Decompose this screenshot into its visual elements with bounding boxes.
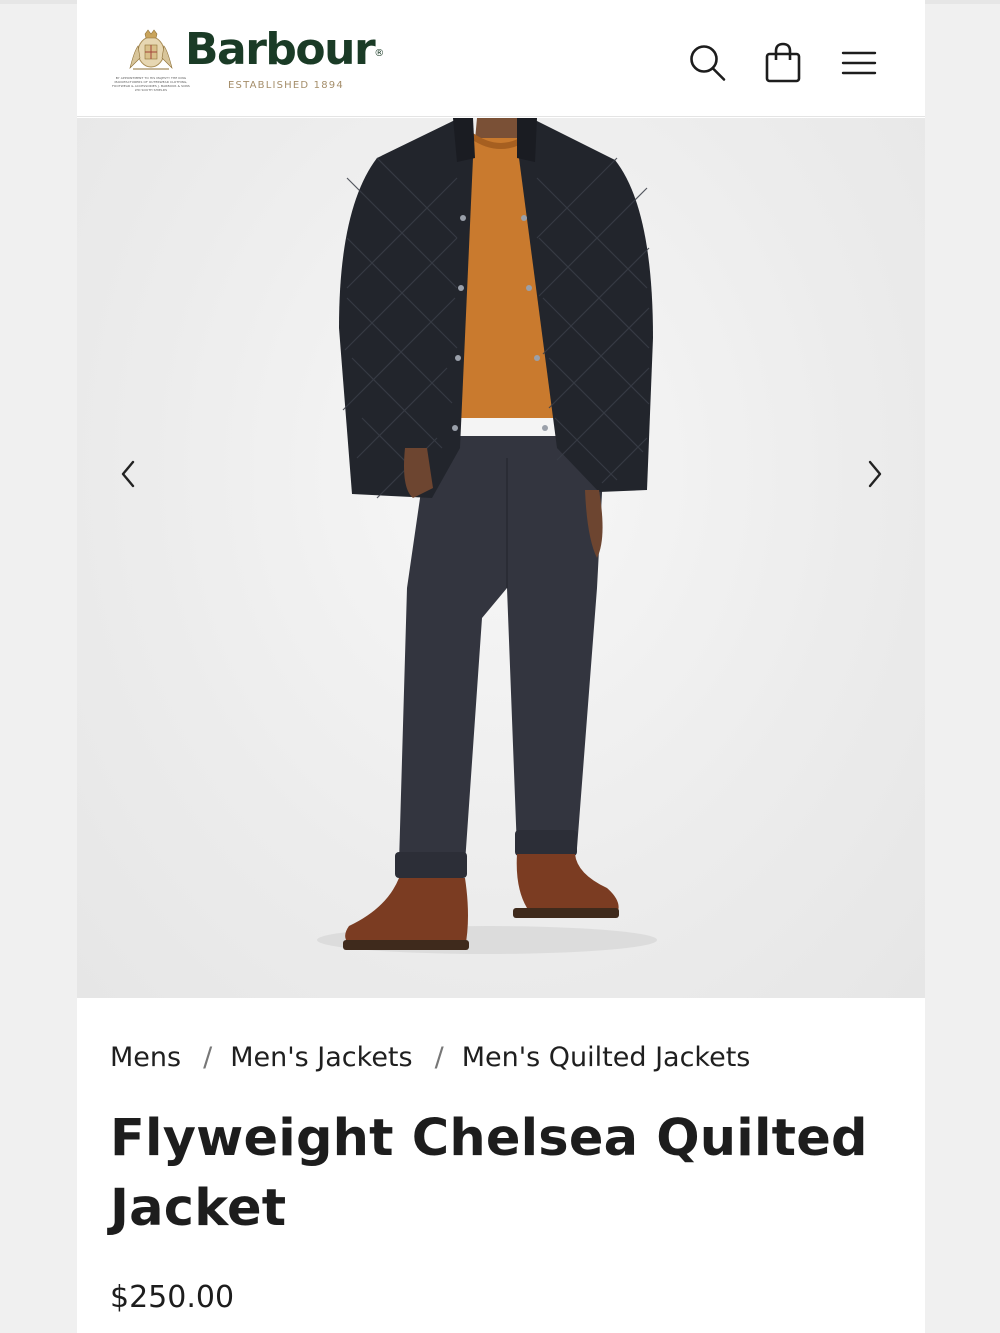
search-icon [690, 45, 726, 81]
chevron-left-icon [121, 460, 135, 488]
shopping-bag-icon [765, 42, 801, 83]
hamburger-menu-icon [841, 51, 877, 75]
royal-crest-icon [129, 29, 173, 70]
menu-button[interactable] [836, 40, 882, 86]
product-photo [317, 118, 657, 954]
previous-image-button[interactable] [108, 454, 148, 494]
brand-logo[interactable]: Barbour® [185, 24, 384, 75]
brand-name: Barbour [185, 24, 376, 75]
breadcrumb: Mens / Men's Jackets / Men's Quilted Jac… [110, 1042, 750, 1073]
warrant-text: BY APPOINTMENT TO HIS MAJESTY THE KING M… [112, 76, 190, 92]
royal-warrant: BY APPOINTMENT TO HIS MAJESTY THE KING M… [111, 28, 191, 100]
product-image-gallery[interactable] [77, 118, 925, 998]
breadcrumb-link-mens-quilted-jackets[interactable]: Men's Quilted Jackets [462, 1042, 751, 1073]
breadcrumb-separator: / [203, 1042, 213, 1073]
breadcrumb-link-mens[interactable]: Mens [110, 1042, 181, 1073]
breadcrumb-separator: / [434, 1042, 444, 1073]
shopping-bag-button[interactable] [760, 40, 806, 86]
next-image-button[interactable] [855, 454, 895, 494]
product-price: $250.00 [110, 1280, 235, 1315]
established-tagline: ESTABLISHED 1894 [228, 80, 344, 91]
search-button[interactable] [685, 40, 731, 86]
breadcrumb-link-mens-jackets[interactable]: Men's Jackets [230, 1042, 412, 1073]
product-title: Flyweight Chelsea Quilted Jacket [110, 1109, 868, 1238]
chevron-right-icon [868, 460, 882, 488]
page-frame: BY APPOINTMENT TO HIS MAJESTY THE KING M… [77, 0, 925, 1333]
site-header: BY APPOINTMENT TO HIS MAJESTY THE KING M… [77, 4, 925, 117]
